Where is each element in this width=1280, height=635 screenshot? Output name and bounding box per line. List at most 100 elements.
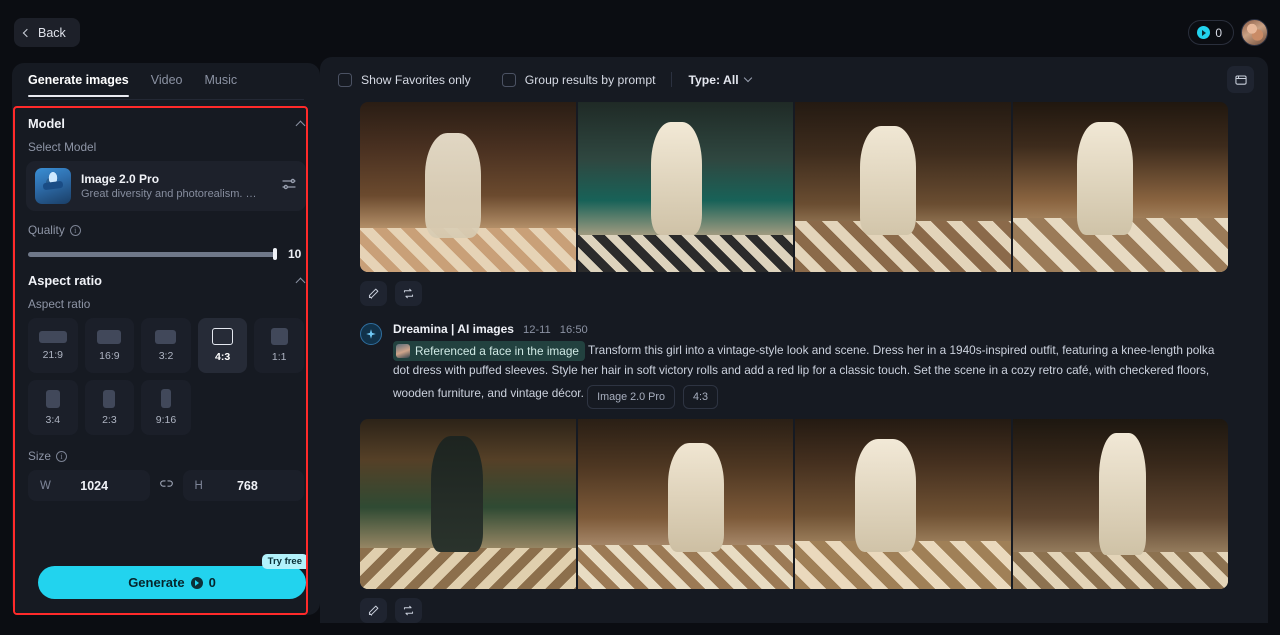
quality-slider-handle[interactable] (273, 248, 277, 260)
width-value: 1024 (80, 478, 109, 493)
generated-image[interactable] (360, 102, 576, 272)
model-card[interactable]: Image 2.0 Pro Great diversity and photor… (26, 161, 306, 211)
generated-image[interactable] (577, 102, 793, 272)
aspect-ratio-shape (212, 328, 234, 345)
generate-label: Generate (128, 575, 185, 590)
aspect-ratio-shape (97, 329, 122, 344)
generated-image[interactable] (795, 419, 1011, 589)
model-texts: Image 2.0 Pro Great diversity and photor… (81, 172, 271, 200)
regenerate-button[interactable] (395, 281, 422, 306)
generated-image[interactable] (1012, 102, 1228, 272)
results-filter-bar: Show Favorites only Group results by pro… (320, 57, 1268, 102)
tab-generate-images[interactable]: Generate images (28, 73, 129, 97)
credit-coin-icon (190, 576, 203, 589)
try-free-badge: Try free (261, 554, 308, 569)
aspect-ratio-option-3-4[interactable]: 3:4 (28, 380, 78, 435)
generated-image[interactable] (1012, 419, 1228, 589)
result-actions (360, 281, 1268, 306)
prompt-meta-chips: Image 2.0 Pro 4:3 (587, 385, 718, 409)
height-input[interactable]: H 768 (182, 470, 304, 501)
prompt-text-block: Referenced a face in the image Transform… (393, 341, 1228, 409)
chevron-up-icon[interactable] (295, 277, 306, 287)
aspect-ratio-option-16-9[interactable]: 16:9 (84, 318, 135, 373)
filter-divider (671, 72, 673, 87)
group-by-prompt-checkbox[interactable]: Group results by prompt (501, 72, 655, 87)
chevron-left-icon (22, 28, 32, 37)
aspect-sub-text: Aspect ratio (28, 297, 91, 311)
aspect-ratio-option-2-3[interactable]: 2:3 (84, 380, 135, 435)
quality-label: Quality i (26, 211, 306, 244)
aspect-section-header[interactable]: Aspect ratio (26, 261, 306, 292)
left-settings-panel: Generate images Video Music Model Select… (12, 63, 320, 615)
aspect-ratio-label: 3:2 (158, 349, 174, 362)
size-row: W 1024 H 768 (26, 470, 306, 501)
model-section-header[interactable]: Model (26, 108, 306, 135)
edit-button[interactable] (360, 598, 387, 623)
reference-face-chip[interactable]: Referenced a face in the image (393, 341, 585, 361)
height-key: H (194, 479, 203, 492)
prompt-body: Dreamina | AI images 12-11 16:50 Referen… (393, 322, 1228, 409)
tab-label: Video (150, 73, 183, 87)
tab-video[interactable]: Video (151, 73, 183, 96)
result-actions (360, 598, 1268, 623)
show-favorites-checkbox[interactable]: Show Favorites only (338, 72, 471, 87)
chevron-up-icon[interactable] (295, 120, 306, 130)
select-model-label: Select Model (26, 135, 306, 161)
quality-slider-row: 10 (26, 244, 306, 261)
aspect-ratio-option-21-9[interactable]: 21:9 (28, 318, 78, 373)
width-key: W (40, 479, 51, 492)
image-strip (360, 102, 1228, 272)
prompt-header: Dreamina | AI images 12-11 16:50 (393, 322, 1228, 336)
link-icon[interactable] (159, 476, 174, 496)
tab-label: Music (204, 73, 238, 87)
aspect-ratio-shape (155, 329, 177, 344)
aspect-ratio-option-9-16[interactable]: 9:16 (141, 380, 191, 435)
type-filter-dropdown[interactable]: Type: All (688, 73, 752, 87)
reference-face-thumbnail (396, 344, 410, 358)
generate-button[interactable]: Generate 0 Try free (38, 554, 308, 599)
model-thumbnail (35, 168, 71, 204)
prompt-ratio-chip: 4:3 (682, 385, 718, 409)
info-icon[interactable]: i (55, 450, 67, 462)
edit-button[interactable] (360, 281, 387, 306)
tab-music[interactable]: Music (205, 73, 238, 96)
generated-image[interactable] (360, 419, 576, 589)
image-content (360, 102, 576, 272)
user-avatar[interactable] (1241, 19, 1268, 46)
generated-image[interactable] (577, 419, 793, 589)
back-button-label: Back (38, 25, 66, 40)
aspect-ratio-label: 1:1 (271, 351, 287, 363)
prompt-model-chip: Image 2.0 Pro (587, 385, 675, 409)
info-icon[interactable]: i (69, 224, 81, 236)
back-button[interactable]: Back (14, 18, 80, 47)
tab-label: Generate images (28, 73, 129, 87)
regenerate-button[interactable] (395, 598, 422, 623)
credits-value: 0 (1215, 25, 1222, 40)
generated-image[interactable] (795, 102, 1011, 272)
reference-chip-label: Referenced a face in the image (415, 344, 579, 358)
quality-text: Quality (28, 223, 65, 237)
aspect-section-title: Aspect ratio (28, 273, 102, 288)
sliders-icon[interactable] (281, 176, 297, 197)
aspect-ratio-option-1-1[interactable]: 1:1 (254, 318, 304, 373)
quality-value: 10 (288, 247, 302, 261)
aspect-ratio-option-3-2[interactable]: 3:2 (141, 318, 191, 373)
aspect-ratio-label: 3:4 (45, 413, 61, 426)
image-content (577, 419, 793, 589)
aspect-ratio-label: 16:9 (99, 349, 120, 362)
aspect-ratio-shape (160, 389, 171, 408)
aspect-ratio-shape (103, 389, 116, 408)
image-content (795, 419, 1011, 589)
aspect-ratio-label: 4:3 (215, 351, 231, 363)
width-input[interactable]: W 1024 (28, 470, 150, 501)
image-content (1012, 419, 1228, 589)
aspect-ratio-shape (270, 328, 288, 345)
quality-slider[interactable] (28, 248, 277, 260)
results-panel: Show Favorites only Group results by pro… (320, 57, 1268, 623)
model-description: Great diversity and photorealism. Of... (81, 188, 259, 200)
archive-folder-button[interactable] (1227, 66, 1254, 93)
aspect-ratio-option-4-3[interactable]: 4:3 (197, 318, 248, 373)
prompt-brand: Dreamina | AI images (393, 322, 514, 336)
credits-badge[interactable]: 0 (1188, 20, 1234, 45)
dreamina-sparkle-icon (360, 323, 382, 345)
